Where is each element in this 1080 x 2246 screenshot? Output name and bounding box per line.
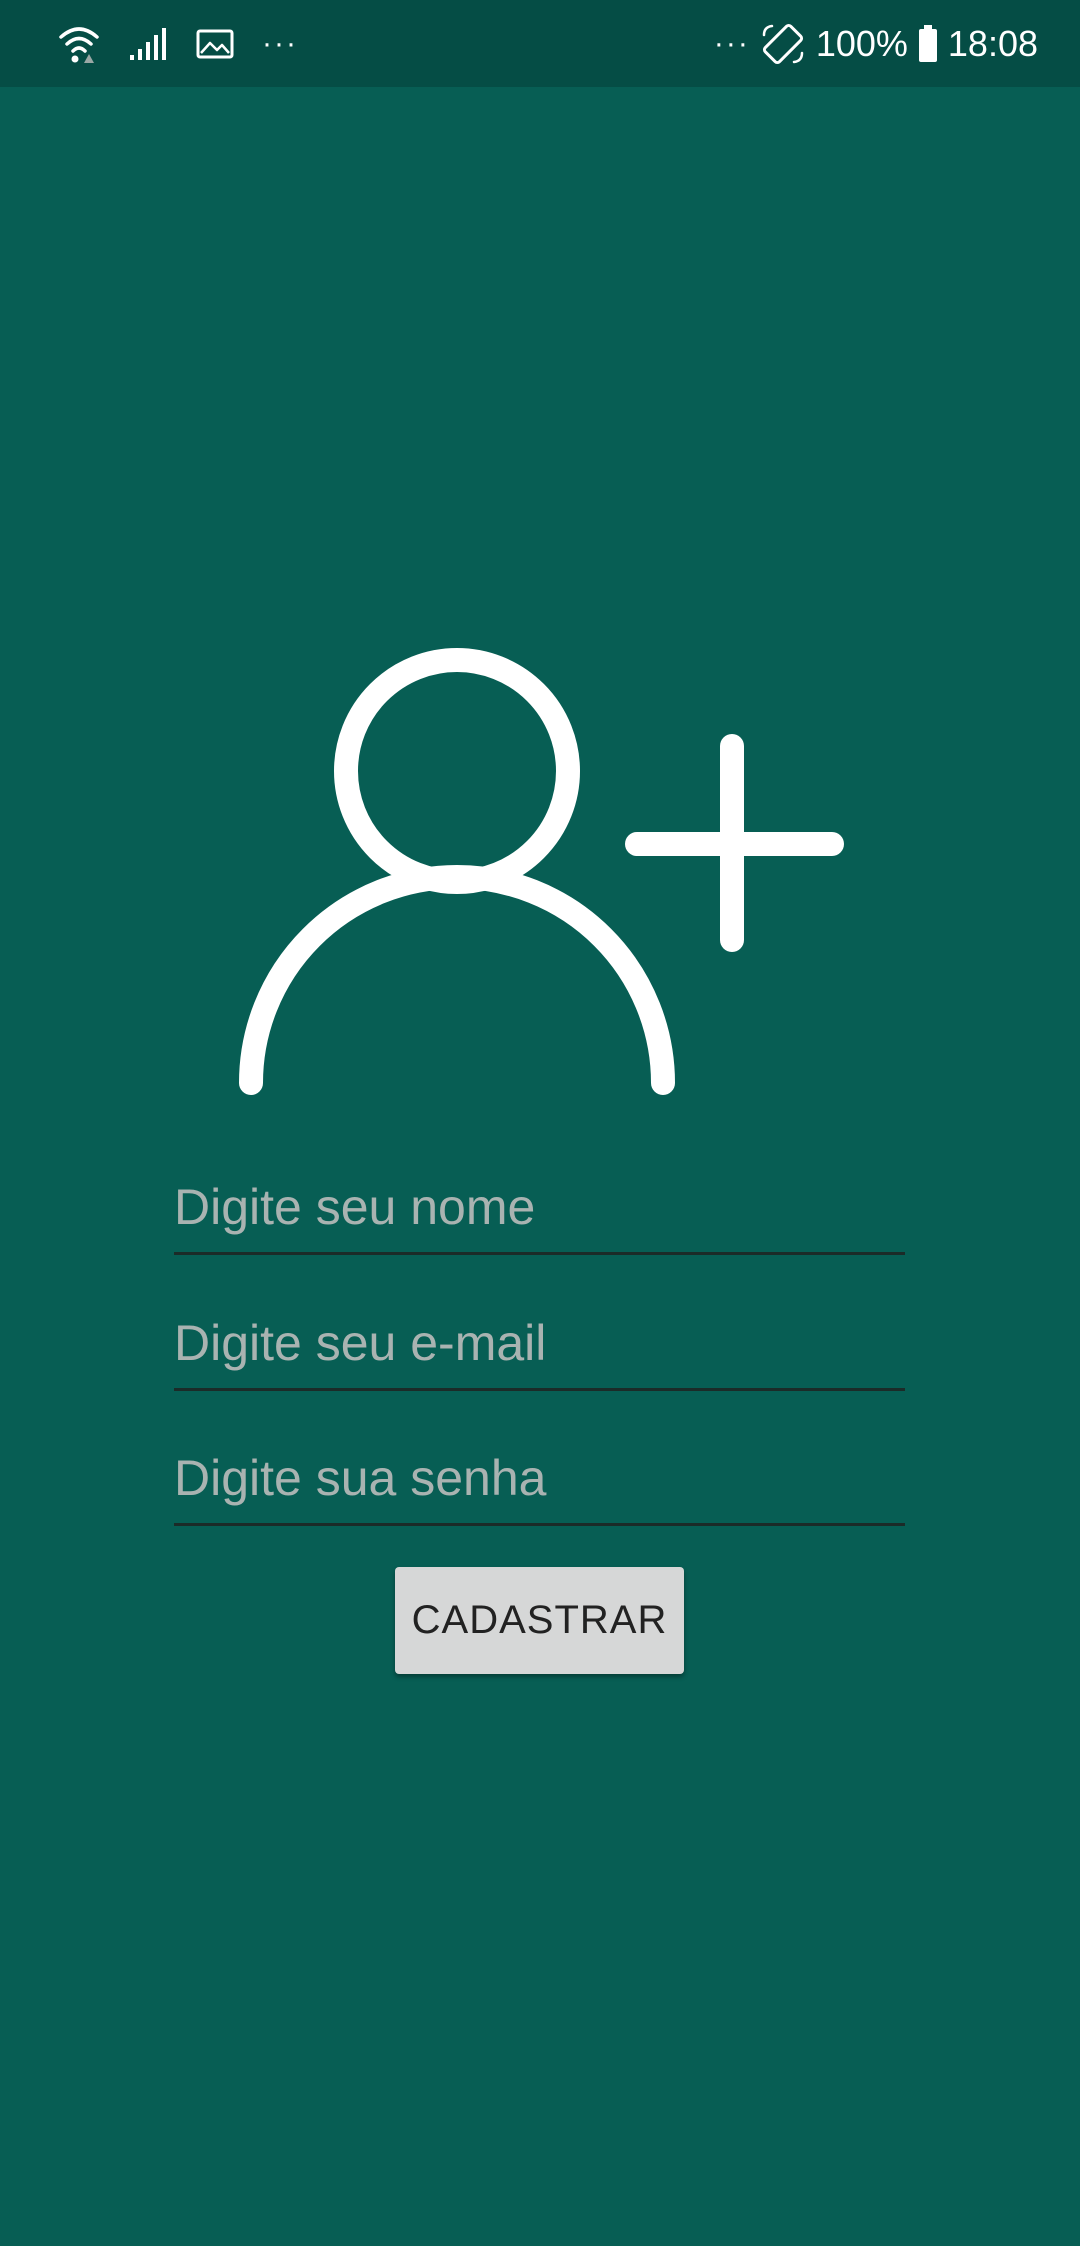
battery-icon	[918, 24, 938, 63]
status-bar: ··· ··· 100% 18:08	[0, 0, 1080, 87]
register-screen: ··· ··· 100% 18:08 Digite seu nome Digit…	[0, 0, 1080, 2246]
rotate-icon	[760, 23, 806, 65]
signal-icon	[128, 27, 168, 61]
name-field	[174, 1162, 905, 1255]
password-field	[174, 1433, 905, 1526]
password-input[interactable]	[174, 1433, 905, 1523]
register-button[interactable]: CADASTRAR	[395, 1567, 684, 1674]
status-bar-left: ···	[58, 0, 298, 87]
more-status-indicator: ···	[713, 26, 750, 60]
add-user-icon	[239, 648, 844, 1095]
status-bar-right: ··· 100% 18:08	[714, 0, 1038, 87]
wifi-icon	[58, 23, 100, 65]
battery-percent: 100%	[815, 22, 908, 64]
name-input[interactable]	[174, 1162, 905, 1252]
email-input[interactable]	[174, 1298, 905, 1388]
clock: 18:08	[947, 22, 1038, 64]
gallery-icon	[196, 29, 234, 59]
more-notifications-indicator: ···	[262, 26, 298, 60]
email-field	[174, 1298, 905, 1391]
